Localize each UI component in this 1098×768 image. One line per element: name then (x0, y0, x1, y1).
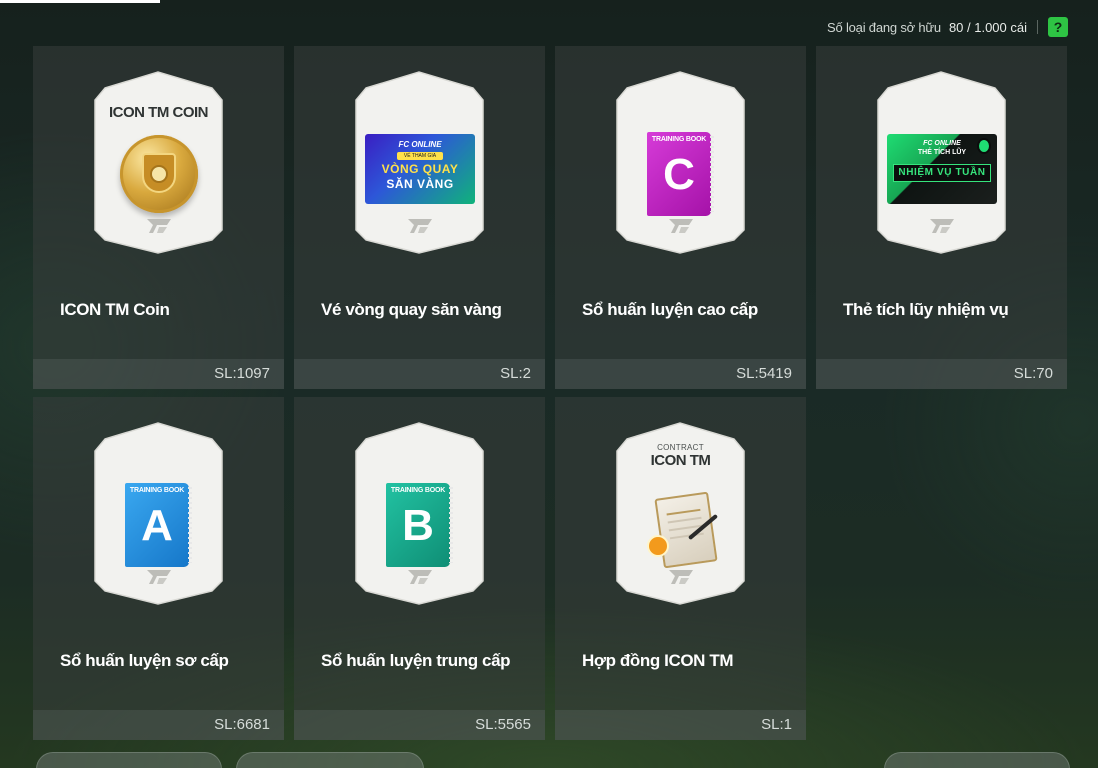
item-quantity: SL:1 (555, 710, 806, 740)
banner-line2: SĂN VÀNG (386, 177, 454, 191)
item-name: Sổ huấn luyện trung cấp (321, 651, 511, 670)
fc-logo-icon (669, 570, 693, 584)
book-label: TRAINING BOOK (651, 136, 707, 143)
item-card-icon-tm-coin[interactable]: ICON TM COIN ICON TM Coin SL:1097 (33, 46, 284, 389)
ball-icon (150, 165, 168, 183)
item-quantity: SL:6681 (33, 710, 284, 740)
book-spiral (449, 487, 453, 563)
banner-tag: THẺ TÍCH LŨY (917, 149, 967, 156)
item-name: Hợp đồng ICON TM (582, 651, 734, 670)
bottom-button-2[interactable] (236, 752, 424, 768)
book-letter: B (402, 501, 434, 550)
fc-logo-icon (147, 219, 171, 233)
help-button[interactable]: ? (1048, 17, 1068, 37)
fc-logo-icon (147, 570, 171, 584)
item-card-training-book-b[interactable]: TRAINING BOOK B Sổ huấn luyện trung cấp … (294, 397, 545, 740)
card-artwork: ICON TM COIN (93, 70, 224, 255)
item-name: Sổ huấn luyện cao cấp (582, 300, 758, 319)
card-artwork: TRAINING BOOK A (93, 421, 224, 606)
fc-logo-icon (930, 219, 954, 233)
bottom-button-3[interactable] (884, 752, 1070, 768)
book-spiral (710, 136, 714, 212)
banner-brand: FC ONLINE (923, 140, 961, 147)
seal-icon (647, 535, 669, 557)
banner-line1: VÒNG QUAY (381, 162, 459, 176)
item-name: Sổ huấn luyện sơ cấp (60, 651, 229, 670)
card-artwork: TRAINING BOOK C (615, 70, 746, 255)
item-quantity: SL:5565 (294, 710, 545, 740)
item-quantity: SL:70 (816, 359, 1067, 389)
card-artwork: TRAINING BOOK B (354, 421, 485, 606)
training-book-icon: TRAINING BOOK A (125, 483, 192, 567)
item-quantity: SL:2 (294, 359, 545, 389)
book-letter: A (141, 501, 173, 550)
banner-tag: VÉ THAM GIA (397, 152, 443, 160)
banner-brand: FC ONLINE (398, 140, 442, 149)
fc-logo-icon (669, 219, 693, 233)
item-card-training-book-a[interactable]: TRAINING BOOK A Sổ huấn luyện sơ cấp SL:… (33, 397, 284, 740)
owned-count-value: 80 / 1.000 cái (948, 19, 1027, 35)
item-name: Thẻ tích lũy nhiệm vụ (843, 300, 1009, 319)
item-card-training-book-c[interactable]: TRAINING BOOK C Sổ huấn luyện cao cấp SL… (555, 46, 806, 389)
training-book-icon: TRAINING BOOK C (647, 132, 714, 216)
divider (1037, 20, 1038, 34)
book-label: TRAINING BOOK (390, 487, 446, 494)
item-quantity: SL:1097 (33, 359, 284, 389)
book-letter: C (663, 150, 695, 199)
item-quantity: SL:5419 (555, 359, 806, 389)
banner-line1: NHIỆM VỤ TUẦN (893, 164, 991, 182)
fc-logo-icon (408, 570, 432, 584)
fc-logo-icon (408, 219, 432, 233)
card-artwork: FC ONLINE THẺ TÍCH LŨY NHIỆM VỤ TUẦN (876, 70, 1007, 255)
mission-banner-image: FC ONLINE THẺ TÍCH LŨY NHIỆM VỤ TUẦN (887, 134, 997, 204)
card-artwork: FC ONLINE VÉ THAM GIA VÒNG QUAY SĂN VÀNG (354, 70, 485, 255)
book-label: TRAINING BOOK (129, 487, 185, 494)
item-card-mission-card[interactable]: FC ONLINE THẺ TÍCH LŨY NHIỆM VỤ TUẦN Thẻ… (816, 46, 1067, 389)
card-art-title: ICON TM COIN (109, 104, 209, 121)
item-name: Vé vòng quay săn vàng (321, 300, 502, 319)
card-artwork: CONTRACT ICON TM (615, 421, 746, 606)
bottom-button-1[interactable] (36, 752, 222, 768)
spin-banner-image: FC ONLINE VÉ THAM GIA VÒNG QUAY SĂN VÀNG (365, 134, 475, 204)
training-book-icon: TRAINING BOOK B (386, 483, 453, 567)
contract-clipboard-icon (637, 485, 721, 577)
item-card-icon-tm-contract[interactable]: CONTRACT ICON TM Hợp đồng ICON TM SL:1 (555, 397, 806, 740)
card-art-subtitle: CONTRACT (657, 443, 704, 452)
card-art-title: ICON TM (650, 452, 711, 469)
owned-count-label: Số loại đang sở hữu (827, 19, 941, 35)
item-card-spin-ticket[interactable]: FC ONLINE VÉ THAM GIA VÒNG QUAY SĂN VÀNG… (294, 46, 545, 389)
coin-icon (120, 135, 198, 213)
inventory-grid: ICON TM COIN ICON TM Coin SL:1097 FC ONL… (33, 46, 1067, 740)
owned-count-bar: Số loại đang sở hữu 80 / 1.000 cái ? (827, 16, 1068, 38)
clipboard-board (654, 491, 718, 569)
book-spiral (188, 487, 192, 563)
top-progress-strip (0, 0, 160, 3)
item-name: ICON TM Coin (60, 300, 170, 319)
